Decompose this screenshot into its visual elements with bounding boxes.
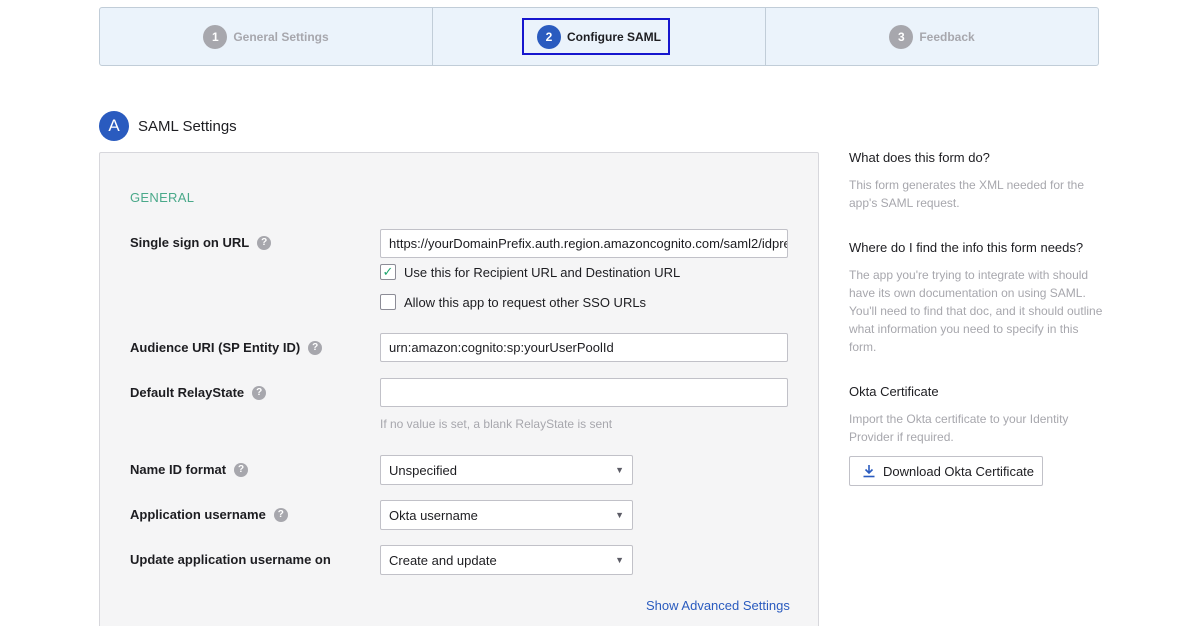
relay-state-label: Default RelayState ?	[130, 385, 267, 400]
update-username-label: Update application username on	[130, 552, 331, 567]
section-badge: A	[99, 111, 129, 141]
section-title: SAML Settings	[138, 118, 237, 135]
name-id-format-value: Unspecified	[389, 462, 457, 478]
sidebar-q1-title: What does this form do?	[849, 150, 990, 165]
help-circle-icon[interactable]: ?	[257, 235, 272, 250]
name-id-format-label: Name ID format ?	[130, 462, 249, 477]
audience-uri-input[interactable]: urn:amazon:cognito:sp:yourUserPoolId	[380, 333, 788, 362]
sso-url-label: Single sign on URL ?	[130, 235, 272, 250]
app-username-label-text: Application username	[130, 507, 266, 522]
sso-url-input[interactable]: https://yourDomainPrefix.auth.region.ama…	[380, 229, 788, 258]
download-icon	[863, 465, 875, 478]
help-circle-icon[interactable]: ?	[273, 507, 288, 522]
group-label-general: GENERAL	[130, 190, 195, 205]
recipient-url-checkbox-row[interactable]: ✓ Use this for Recipient URL and Destina…	[380, 264, 680, 280]
step-feedback[interactable]: 3 Feedback	[766, 8, 1098, 65]
chevron-down-icon: ▼	[615, 555, 624, 565]
download-certificate-label: Download Okta Certificate	[883, 463, 1035, 479]
show-advanced-settings-link[interactable]: Show Advanced Settings	[646, 598, 790, 613]
update-username-label-text: Update application username on	[130, 552, 331, 567]
step-number: 2	[537, 24, 561, 49]
audience-uri-label: Audience URI (SP Entity ID) ?	[130, 340, 323, 355]
sidebar-q2-text: The app you're trying to integrate with …	[849, 268, 1103, 354]
sso-url-label-text: Single sign on URL	[130, 235, 250, 250]
app-username-label: Application username ?	[130, 507, 288, 522]
relay-state-input[interactable]	[380, 378, 788, 407]
name-id-format-label-text: Name ID format	[130, 462, 227, 477]
recipient-url-checkbox[interactable]: ✓	[380, 264, 396, 280]
chevron-down-icon: ▼	[615, 510, 624, 520]
update-username-value: Create and update	[389, 552, 497, 568]
help-circle-icon[interactable]: ?	[252, 385, 267, 400]
step-label: General Settings	[233, 29, 329, 44]
other-sso-checkbox-row[interactable]: Allow this app to request other SSO URLs	[380, 294, 646, 310]
recipient-url-checkbox-label: Use this for Recipient URL and Destinati…	[404, 264, 681, 280]
other-sso-checkbox-label: Allow this app to request other SSO URLs	[404, 294, 647, 310]
download-certificate-button[interactable]: Download Okta Certificate	[849, 456, 1043, 486]
step-label: Feedback	[919, 29, 975, 44]
check-icon: ✓	[382, 264, 394, 279]
sidebar-q1-text: This form generates the XML needed for t…	[849, 178, 1085, 210]
other-sso-checkbox[interactable]	[380, 294, 396, 310]
audience-uri-label-text: Audience URI (SP Entity ID)	[130, 340, 301, 355]
update-username-select[interactable]: Create and update ▼	[380, 545, 633, 575]
name-id-format-select[interactable]: Unspecified ▼	[380, 455, 633, 485]
relay-state-label-text: Default RelayState	[130, 385, 245, 400]
step-label: Configure SAML	[567, 29, 661, 44]
step-number: 1	[203, 24, 228, 49]
app-username-select[interactable]: Okta username ▼	[380, 500, 633, 530]
relay-state-hint: If no value is set, a blank RelayState i…	[380, 417, 613, 431]
help-circle-icon[interactable]: ?	[234, 462, 249, 477]
step-general-settings[interactable]: 1 General Settings	[100, 8, 433, 65]
sidebar-cert-text: Import the Okta certificate to your Iden…	[849, 412, 1069, 444]
step-number: 3	[889, 24, 914, 49]
sidebar-cert-title: Okta Certificate	[849, 384, 939, 399]
step-configure-saml[interactable]: 2 Configure SAML	[433, 8, 766, 65]
chevron-down-icon: ▼	[615, 465, 624, 475]
app-username-value: Okta username	[389, 507, 478, 523]
sidebar-q2-title: Where do I find the info this form needs…	[849, 240, 1084, 255]
wizard-stepper: 1 General Settings 2 Configure SAML 3 Fe…	[99, 7, 1099, 66]
help-circle-icon[interactable]: ?	[308, 340, 323, 355]
